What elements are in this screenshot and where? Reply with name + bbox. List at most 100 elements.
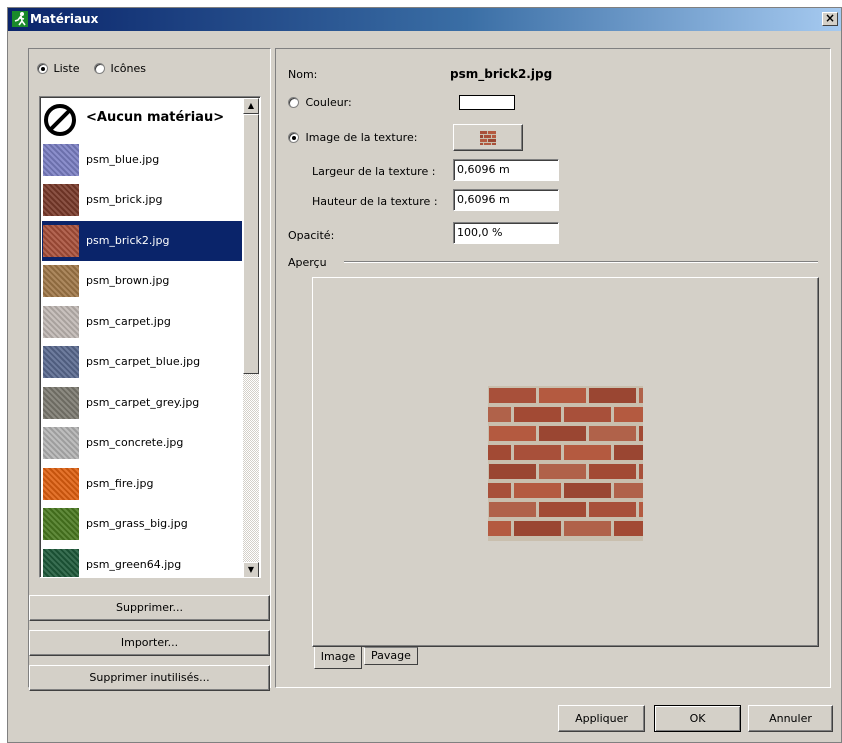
color-radio[interactable] [288,96,299,108]
brick [564,483,611,498]
view-icons-option[interactable]: Icônes [94,61,146,75]
brick [489,502,536,517]
list-item[interactable]: psm_carpet.jpg [42,302,242,342]
opacity-label: Opacité: [288,229,335,242]
brick [539,426,586,441]
material-thumbnail [43,143,79,176]
list-item[interactable]: psm_blue.jpg [42,140,242,180]
cancel-button[interactable]: Annuler [748,705,833,732]
delete-button[interactable]: Supprimer... [29,595,270,621]
brick [564,407,611,422]
list-item[interactable]: psm_grass_big.jpg [42,504,242,544]
brick [489,388,536,403]
scroll-up-button[interactable]: ▲ [243,98,259,114]
material-thumbnail [43,305,79,338]
close-icon: × [824,11,836,25]
brick [614,483,643,498]
brick [514,521,561,536]
materials-panel: Liste Icônes <Aucun matériau> psm_blue.jp… [28,48,271,691]
material-thumbnail [43,548,79,577]
view-list-option[interactable]: Liste [37,61,80,75]
preview-group-label: Aperçu [288,256,327,269]
width-label: Largeur de la texture : [312,165,436,178]
list-item-label: psm_carpet_blue.jpg [86,355,201,368]
name-label: Nom: [288,68,318,81]
brick [614,521,643,536]
color-option[interactable]: Couleur: [288,95,352,109]
preview-group-divider [344,261,818,263]
brick [564,521,611,536]
texture-option[interactable]: Image de la texture: [288,130,417,144]
brick [539,464,586,479]
brick [639,388,643,403]
width-input[interactable]: 0,6096 m [453,159,559,181]
brick [589,502,636,517]
delete-unused-button[interactable]: Supprimer inutilisés... [29,665,270,691]
brick [488,407,511,422]
texture-label: Image de la texture: [305,130,418,144]
list-scrollbar[interactable]: ▲ ▼ [243,98,259,577]
texture-radio[interactable] [288,131,299,143]
close-button[interactable]: × [822,12,838,26]
material-thumbnail [43,224,79,257]
brick-texture-preview [488,386,643,541]
brick [539,502,586,517]
tab-pavage[interactable]: Pavage [364,647,418,665]
name-value: psm_brick2.jpg [450,67,553,81]
walking-man-icon [12,11,28,27]
list-item[interactable]: psm_carpet_blue.jpg [42,342,242,382]
brick [514,483,561,498]
tab-image[interactable]: Image [314,647,362,669]
icons-radio[interactable] [94,62,105,74]
list-item-label: psm_blue.jpg [86,152,160,166]
brick [589,464,636,479]
ok-button[interactable]: OK [654,705,741,732]
list-item[interactable]: psm_brown.jpg [42,261,242,301]
brick [589,426,636,441]
opacity-input[interactable]: 100,0 % [453,222,559,244]
list-item-label: psm_concrete.jpg [86,436,184,449]
brick [539,388,586,403]
brick [589,388,636,403]
properties-panel: Nom: psm_brick2.jpg Couleur: Image de la… [275,48,831,688]
window-title: Matériaux [30,12,99,26]
list-item-label: psm_carpet_grey.jpg [86,395,200,409]
brick [639,464,643,479]
brick [639,502,643,517]
list-item[interactable]: psm_brick.jpg [42,180,242,220]
list-item[interactable]: <Aucun matériau> [42,99,242,139]
title-bar[interactable]: Matériaux × [8,8,841,31]
material-thumbnail [43,508,79,540]
list-item[interactable]: psm_concrete.jpg [42,423,242,463]
color-label: Couleur: [305,95,352,109]
brick-texture-icon [480,131,496,145]
materials-list[interactable]: <Aucun matériau> psm_blue.jpg psm_brick.jp… [39,96,261,578]
list-item-label: psm_green64.jpg [86,557,182,571]
height-input[interactable]: 0,6096 m [453,189,559,211]
list-item-label: <Aucun matériau> [86,110,225,125]
material-thumbnail [43,265,79,297]
import-button[interactable]: Importer... [29,630,270,656]
list-item[interactable]: psm_brick2.jpg [42,220,242,261]
materials-dialog: Matériaux × Liste Icônes <Aucun matériau… [7,7,842,743]
scroll-down-button[interactable]: ▼ [243,562,259,577]
apply-button[interactable]: Appliquer [558,705,645,732]
list-item[interactable]: psm_carpet_grey.jpg [42,383,242,423]
texture-image-button[interactable] [453,124,523,151]
material-thumbnail [43,346,79,378]
color-swatch-button[interactable] [459,95,515,110]
list-item-label: psm_brick2.jpg [86,233,170,247]
list-item-label: psm_grass_big.jpg [86,517,188,530]
scroll-thumb[interactable] [243,114,259,374]
material-thumbnail [43,386,79,419]
list-radio[interactable] [37,62,48,74]
list-item[interactable]: psm_fire.jpg [42,464,242,504]
list-item[interactable]: psm_green64.jpg [42,545,242,577]
brick [488,521,511,536]
height-label: Hauteur de la texture : [312,195,438,208]
list-item-label: psm_brown.jpg [86,274,170,287]
list-label: Liste [53,61,80,75]
brick [489,464,536,479]
brick [488,445,511,460]
brick [614,445,643,460]
